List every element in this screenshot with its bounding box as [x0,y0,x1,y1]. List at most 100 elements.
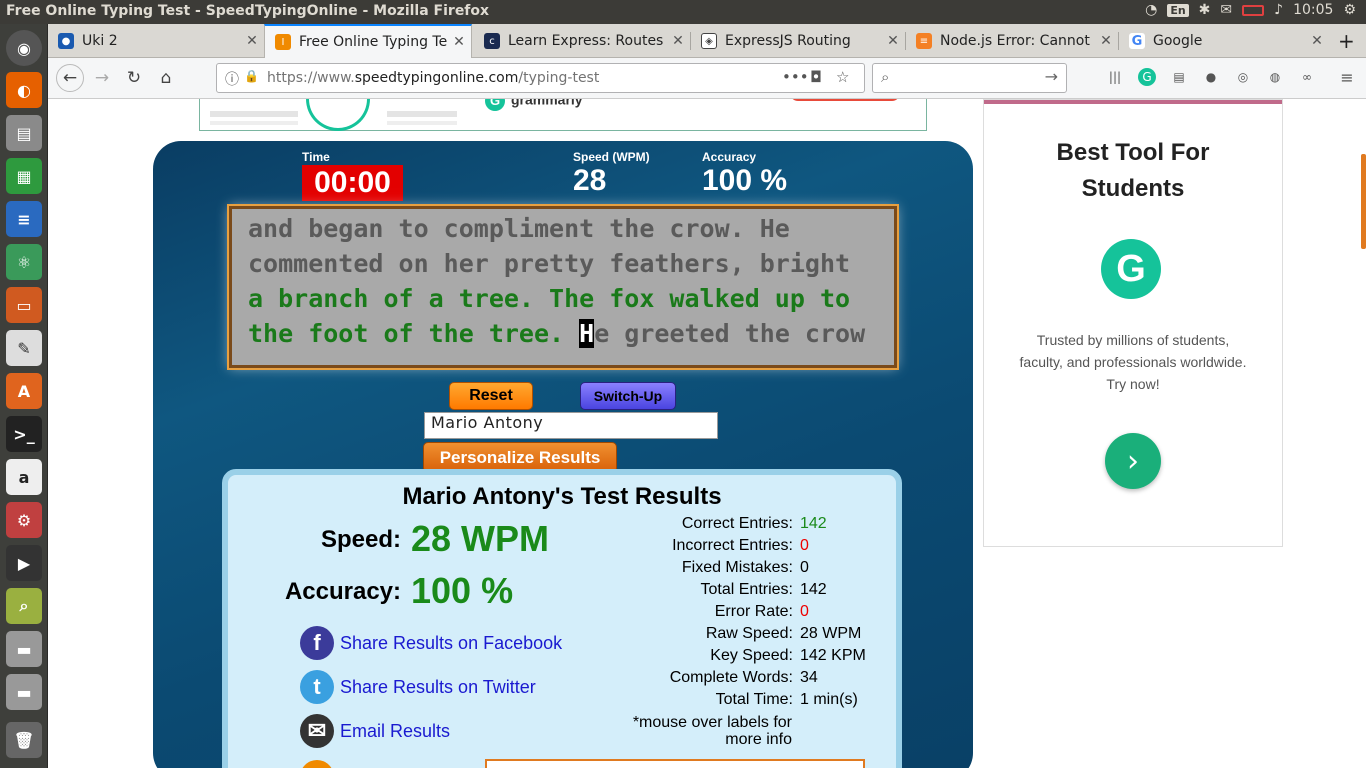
search-input[interactable]: ⌕ → [872,63,1067,93]
video-editor-icon[interactable]: ▶ [6,545,42,581]
new-tab-button[interactable]: + [1330,24,1364,58]
email-icon: ✉ [300,714,334,748]
side-ad-heading: Best Tool For Students [1056,139,1210,202]
pocket-icon[interactable]: ◘ [810,68,822,86]
forward-button[interactable]: → [88,64,116,92]
bookmark-star-icon[interactable]: ☆ [836,68,849,86]
window-title: Free Online Typing Test - SpeedTypingOnl… [6,3,490,19]
terminal-icon[interactable]: >_ [6,416,42,452]
result-accuracy-value: 100 % [411,570,514,611]
amazon-icon[interactable]: a [6,459,42,495]
bluetooth-icon[interactable]: ✱ [1199,2,1211,18]
scrollbar-thumb[interactable] [1361,154,1366,249]
drive-icon[interactable]: ▬ [6,631,42,667]
close-icon[interactable]: ✕ [240,33,264,49]
close-icon[interactable]: ✕ [447,34,471,50]
twitter-icon: t [300,670,334,704]
extension-icon[interactable]: ● [1202,68,1220,86]
calc-icon[interactable]: ▦ [6,158,42,194]
vpn-icon[interactable]: ◍ [1266,68,1284,86]
tab-learn-express[interactable]: c Learn Express: Routes ✕ [474,24,690,58]
text-editor-icon[interactable]: ✎ [6,330,42,366]
share-facebook-link[interactable]: f Share Results on Facebook [300,626,562,660]
image-viewer-icon[interactable]: ⌕ [6,588,42,624]
share-twitter-link[interactable]: t Share Results on Twitter [300,670,536,704]
page-actions-icon[interactable]: ••• [782,68,809,86]
grammarly-logo-icon: G [1101,239,1161,299]
search-go-icon[interactable]: → [1045,67,1058,86]
email-results-link[interactable]: ✉ Email Results [300,714,450,748]
navigation-bar: ← → ↻ ⌂ ⓘ 🔒 https://www.speedtypingonlin… [48,58,1366,99]
reader-icon[interactable]: ▤ [1170,68,1188,86]
tab-label: Free Online Typing Test [299,34,447,50]
atom-icon[interactable]: ⚛ [6,244,42,280]
drive-2-icon[interactable]: ▬ [6,674,42,710]
stat-row: Incorrect Entries: 0 [672,537,809,554]
results-title: Mario Antony's Test Results [402,483,722,510]
mail-icon[interactable]: ✉ [1220,2,1232,18]
switch-up-button[interactable]: Switch-Up [580,382,676,410]
accuracy-label[interactable]: Accuracy [702,150,756,164]
dash-icon[interactable]: ◉ [6,30,42,66]
results-extra-box [485,759,865,768]
tab-label: Learn Express: Routes [508,33,664,49]
tab-google[interactable]: G Google ✕ [1119,24,1329,58]
tab-nodejs-error[interactable]: ≡ Node.js Error: Cannot ✕ [906,24,1118,58]
back-button[interactable]: ← [56,64,84,92]
tab-label: ExpressJS Routing [725,33,851,49]
writer-icon[interactable]: ≡ [6,201,42,237]
text-line: a branch of a tree. The fox walked up to [248,284,851,313]
tab-bar: ● Uki 2 ✕ I Free Online Typing Test ✕ c … [48,24,1366,58]
tab-uki[interactable]: ● Uki 2 ✕ [48,24,264,58]
tab-typing-test[interactable]: I Free Online Typing Test ✕ [264,24,472,58]
accuracy-value: 100 % [702,164,788,197]
home-button[interactable]: ⌂ [152,64,180,92]
screenshot-icon[interactable]: ◎ [1234,68,1252,86]
library-icon[interactable]: ||| [1106,68,1124,86]
stat-row: Raw Speed: 28 WPM [705,625,862,642]
software-center-icon[interactable]: A [6,373,42,409]
impress-icon[interactable]: ▭ [6,287,42,323]
close-icon[interactable]: ✕ [881,33,905,49]
reset-button[interactable]: Reset [449,382,533,410]
firefox-icon[interactable]: ◐ [6,72,42,108]
text-line: the foot of the tree. He greeted the cro… [248,319,866,348]
sync-icon[interactable]: ∞ [1298,68,1316,86]
keyboard-indicator[interactable]: En [1167,3,1189,17]
stat-row: Total Entries: 142 [700,581,827,598]
url-bar[interactable]: ⓘ 🔒 https://www.speedtypingonline.com/ty… [216,63,865,93]
os-top-bar: Free Online Typing Test - SpeedTypingOnl… [0,0,1366,24]
clock[interactable]: 10:05 [1293,2,1333,18]
info-icon[interactable]: ⓘ [225,69,239,89]
result-speed-value: 28 WPM [411,518,550,559]
close-icon[interactable]: ✕ [666,33,690,49]
tab-expressjs-routing[interactable]: ◈ ExpressJS Routing ✕ [691,24,905,58]
close-icon[interactable]: ✕ [1094,33,1118,49]
reload-button[interactable]: ↻ [120,64,148,92]
more-share-icon[interactable] [300,760,334,768]
tab-label: Uki 2 [82,33,118,49]
battery-icon[interactable] [1242,4,1265,16]
files-icon[interactable]: ▤ [6,115,42,151]
system-settings-icon[interactable]: ⚙ [6,502,42,538]
wifi-icon[interactable]: ◔ [1145,2,1157,18]
settings-gear-icon[interactable]: ⚙ [1343,2,1356,18]
top-ad-banner[interactable]: Ggrammarly [199,99,927,131]
trash-icon[interactable]: 🗑 [6,722,42,758]
menu-icon[interactable]: ≡ [1338,68,1356,87]
page-content: Ggrammarly Time 00:00 Speed (WPM) 28 Acc… [48,99,1366,768]
result-speed-label: Speed: [320,526,401,553]
speed-label[interactable]: Speed (WPM) [573,150,650,164]
launcher: ◉ ◐ ▤ ▦ ≡ ⚛ ▭ ✎ A >_ a ⚙ ▶ ⌕ ▬ ▬ 🗑 [0,24,48,768]
close-icon[interactable]: ✕ [1305,33,1329,49]
stat-row: Error Rate: 0 [714,603,809,620]
tutorialspoint-icon: ◈ [701,33,717,49]
volume-icon[interactable]: ♪ [1274,2,1283,18]
side-ad-grammarly[interactable]: Best Tool For Students G Trusted by milli… [983,99,1283,547]
chevron-right-icon[interactable]: › [1105,433,1161,489]
typing-text-box[interactable]: and began to compliment the crow. He com… [227,204,899,370]
name-input[interactable]: Mario Antony [424,412,718,439]
typing-cursor: H [579,319,595,348]
grammarly-extension-icon[interactable]: G [1138,68,1156,86]
facebook-icon: f [300,626,334,660]
